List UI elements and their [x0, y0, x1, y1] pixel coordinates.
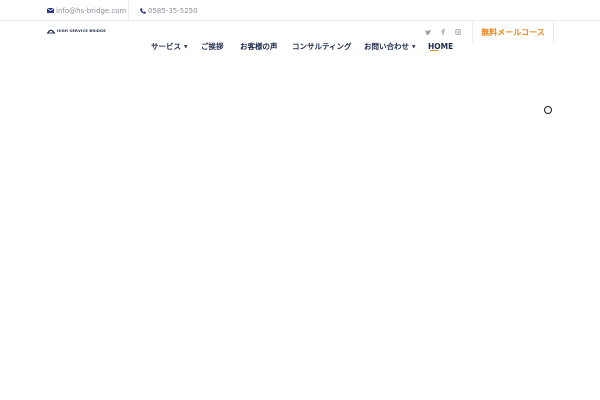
caret-down-icon: ▼ [184, 45, 188, 50]
nav-item-consulting[interactable]: コンサルティング [292, 38, 352, 54]
twitter-link[interactable] [423, 27, 433, 37]
caret-down-icon: ▼ [412, 45, 416, 50]
nav-item-label: コンサルティング [292, 41, 352, 51]
logo-text: HIGH SERVICE BRIDGE [57, 29, 106, 33]
bridge-logo-icon [47, 29, 55, 34]
nav-item-label: お客様の声 [240, 41, 278, 51]
envelope-icon [47, 8, 54, 13]
top-contact-bar: info@hs-bridge.com 0585-35-5250 [0, 0, 600, 21]
nav-item-testimonials[interactable]: お客様の声 [240, 38, 278, 54]
loading-spinner-icon [544, 106, 552, 114]
phone-text: 0585-35-5250 [148, 6, 198, 15]
nav-item-home[interactable]: HOME [428, 38, 453, 54]
instagram-link[interactable] [453, 27, 463, 37]
nav-item-label: ご挨拶 [201, 41, 224, 51]
main-nav: サービス ▼ ご挨拶 お客様の声 コンサルティング お問い合わせ ▼ HOME [0, 38, 600, 56]
facebook-icon [441, 29, 445, 35]
top-divider [128, 0, 129, 21]
nav-item-label: お問い合わせ [364, 41, 409, 51]
active-nav-underline [430, 50, 438, 51]
nav-item-contact[interactable]: お問い合わせ ▼ [364, 38, 415, 54]
nav-item-services[interactable]: サービス ▼ [151, 38, 187, 54]
phone-icon [140, 7, 146, 14]
twitter-icon [425, 29, 431, 35]
facebook-link[interactable] [438, 27, 448, 37]
email-link[interactable]: info@hs-bridge.com [47, 0, 126, 21]
nav-item-greeting[interactable]: ご挨拶 [201, 38, 224, 54]
phone-link[interactable]: 0585-35-5250 [140, 0, 198, 21]
instagram-icon [455, 29, 461, 35]
site-logo[interactable]: HIGH SERVICE BRIDGE [47, 27, 106, 35]
email-text: info@hs-bridge.com [56, 6, 127, 15]
nav-item-label: サービス [151, 41, 181, 51]
